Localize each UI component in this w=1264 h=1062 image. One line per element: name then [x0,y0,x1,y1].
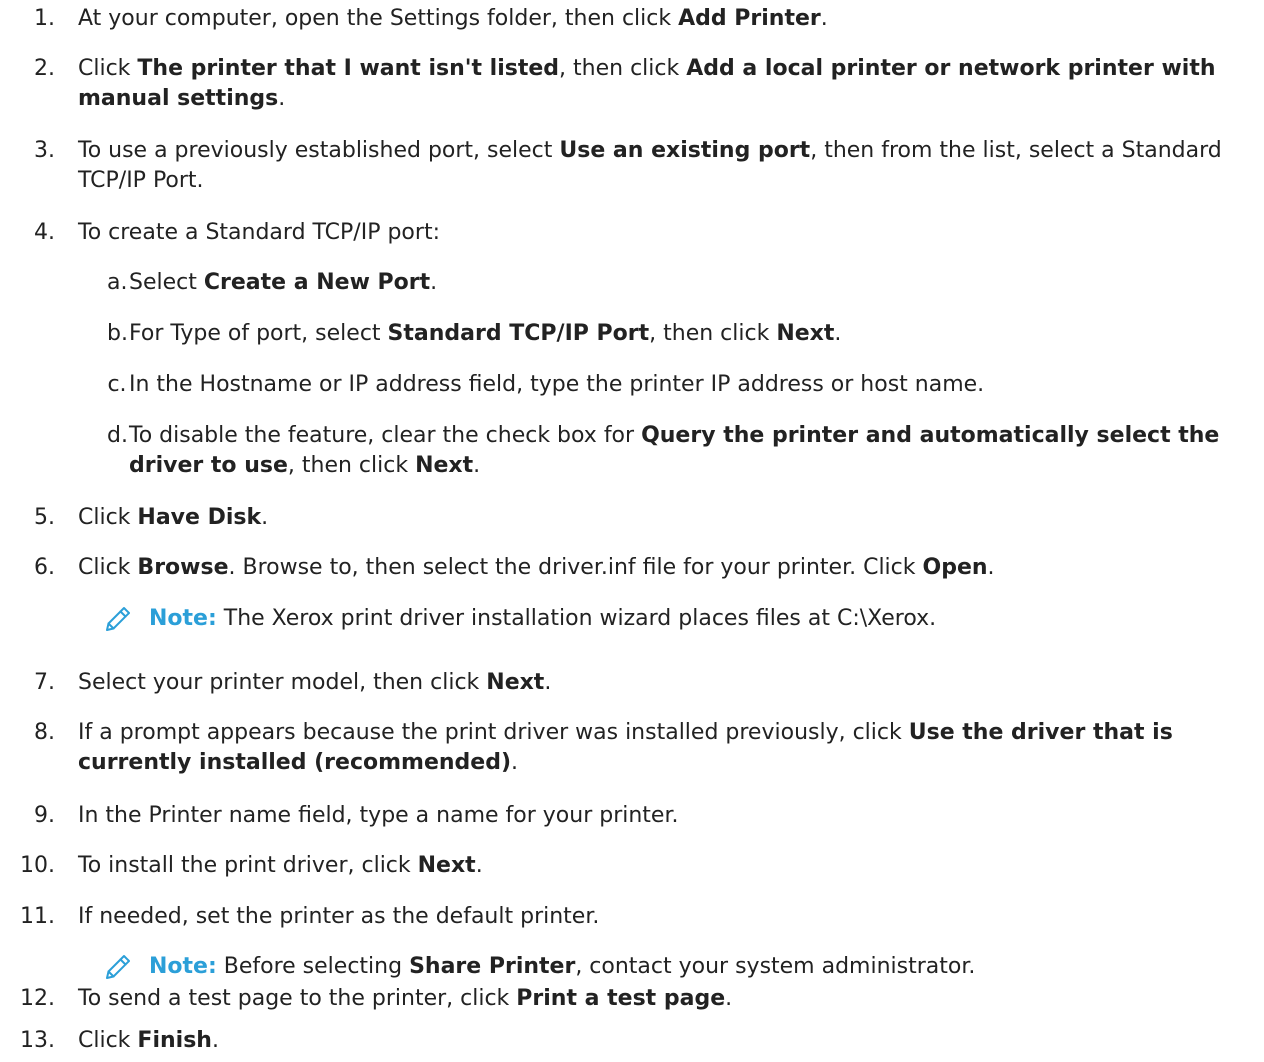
step-number: 11. [20,904,55,929]
pencil-icon [106,955,130,979]
step-number: 8. [34,720,55,745]
substep-text: To disable the feature, clear the check … [129,423,1220,478]
step-text: Click Finish. [78,1028,219,1053]
note-label: Note: [149,606,217,631]
step-number: 7. [34,670,55,695]
step-text: In the Printer name field, type a name f… [78,803,679,828]
step-number: 6. [34,555,55,580]
step-text: To create a Standard TCP/IP port: [78,220,440,245]
instruction-document: 1. At your computer, open the Settings f… [0,0,1264,1062]
step-number: 5. [34,505,55,530]
step-text: To use a previously established port, se… [78,138,1222,193]
substep-letter: d. [107,423,128,448]
substep-letter: c. [107,372,127,397]
substep-letter: a. [107,270,128,295]
note-callout: Note: Before selecting Share Printer, co… [103,948,1253,988]
substep-letter: b. [107,321,128,346]
step-number: 3. [34,138,55,163]
step-text: Click The printer that I want isn't list… [78,56,1216,111]
note-label: Note: [149,954,217,979]
step-number: 13. [20,1028,55,1053]
step-text: If a prompt appears because the print dr… [78,720,1173,775]
substep-text: In the Hostname or IP address field, typ… [129,372,985,397]
step-text: Select your printer model, then click Ne… [78,670,552,695]
pencil-icon [106,607,130,631]
step-text: If needed, set the printer as the defaul… [78,904,600,929]
step-text: At your computer, open the Settings fold… [78,6,828,31]
step-number: 1. [34,6,55,31]
step-number: 2. [34,56,55,81]
step-text: To install the print driver, click Next. [78,853,483,878]
note-callout: Note: The Xerox print driver installatio… [103,600,1253,640]
substep-text: Select Create a New Port. [129,270,438,295]
step-text: Click Browse. Browse to, then select the… [78,555,995,580]
note-text: Note: The Xerox print driver installatio… [149,606,937,631]
step-number: 4. [34,220,55,245]
note-text: Note: Before selecting Share Printer, co… [149,954,976,979]
step-number: 9. [34,803,55,828]
step-text: Click Have Disk. [78,505,269,530]
step-number: 10. [20,853,55,878]
step-number: 12. [20,986,55,1011]
substep-text: For Type of port, select Standard TCP/IP… [129,321,842,346]
step-text: To send a test page to the printer, clic… [78,986,733,1011]
